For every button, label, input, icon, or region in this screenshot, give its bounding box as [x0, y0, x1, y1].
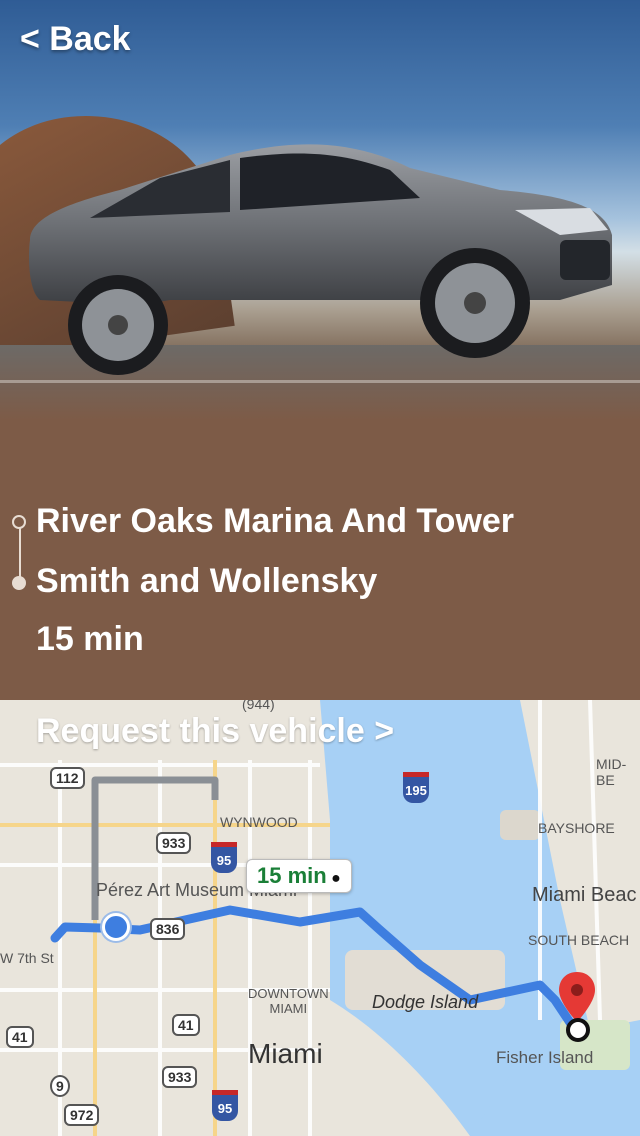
map-label-miami: Miami — [248, 1038, 323, 1069]
route-shield-972: 972 — [64, 1104, 100, 1126]
map-label-dodge-island: Dodge Island — [372, 992, 479, 1012]
origin-label: River Oaks Marina And Tower — [36, 502, 515, 540]
current-location-icon — [102, 913, 130, 941]
back-button[interactable]: < Back — [20, 20, 131, 59]
route-shield-933-south: 933 — [162, 1066, 198, 1088]
route-shield-112: 112 — [50, 767, 85, 789]
map-label-downtown: DOWNTOWN MIAMI — [248, 986, 329, 1016]
route-shield-933: 933 — [156, 832, 192, 854]
route-shield-41-left: 41 — [6, 1026, 34, 1048]
map-label-fisher-island: Fisher Island — [496, 1048, 594, 1067]
map-label-w7th: W 7th St — [0, 950, 54, 966]
map-label-south-beach: SOUTH BEACH — [528, 932, 630, 948]
map-label-bayshore: BAYSHORE — [538, 820, 615, 836]
destination-marker-icon — [566, 1018, 590, 1042]
interstate-shield-95-south: 95 — [212, 1090, 238, 1121]
route-shield-836: 836 — [150, 918, 186, 940]
request-vehicle-button[interactable]: Request this vehicle > — [36, 712, 394, 751]
origin-dot-icon — [12, 515, 26, 529]
interstate-shield-95: 95 — [211, 842, 237, 873]
route-map[interactable]: BAYSHORE Miami Beac SOUTH BEACH MID-BE P… — [0, 700, 640, 1136]
car-illustration — [29, 144, 613, 375]
vehicle-hero-image: < Back — [0, 0, 640, 420]
route-line — [19, 528, 21, 580]
duration-label: 15 min — [36, 620, 144, 658]
route-shield-41: 41 — [172, 1014, 200, 1036]
destination-label: Smith and Wollensky — [36, 562, 378, 600]
eta-badge: 15 min ● — [246, 859, 352, 893]
route-shield-9: 9 — [50, 1075, 70, 1097]
map-label-miami-beach: Miami Beac — [532, 884, 637, 906]
map-label-mid-be: MID-BE — [596, 756, 627, 788]
interstate-shield-195: 195 — [403, 772, 429, 803]
map-base — [0, 700, 640, 1136]
map-label-944: (944) — [242, 700, 275, 712]
eta-badge-text: 15 min — [257, 863, 327, 888]
destination-dot-icon — [12, 576, 26, 590]
transit-icon: ● — [331, 870, 341, 887]
map-label-wynwood: WYNWOOD — [220, 814, 298, 830]
